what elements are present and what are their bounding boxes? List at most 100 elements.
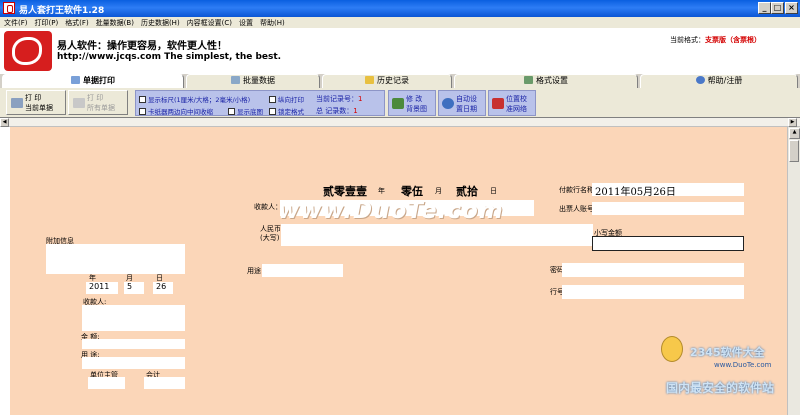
settings-icon [524, 76, 533, 84]
website-url: http://www.jcqs.com The simplest, the be… [57, 52, 282, 62]
total-records-value: 1 [353, 107, 358, 115]
image-icon [392, 98, 404, 109]
checkbox-label: 显示底图 [237, 108, 263, 116]
menu-settings[interactable]: 设置 [235, 17, 256, 28]
help-icon [695, 76, 705, 84]
small-amount-field[interactable] [592, 236, 744, 251]
total-records: 总 记录数：1 [316, 106, 358, 116]
auto-date-button[interactable]: 自动设 置日期 [438, 90, 486, 116]
watermark-slogan: 国内最安全的软件站 [666, 381, 775, 395]
menu-print[interactable]: 打印(P) [31, 17, 62, 28]
stub-year-field[interactable]: 2011 [86, 282, 118, 294]
position-calibrate-button[interactable]: 位置校 准网络 [488, 90, 536, 116]
batch-icon [231, 76, 240, 84]
year-chinese[interactable]: 贰零壹壹 [323, 183, 367, 199]
vertical-print-checkbox[interactable]: 纵向打印 [269, 94, 304, 104]
header-banner: 易人软件：操作更容易，软件更人性！ http://www.jcqs.com Th… [0, 28, 800, 74]
edit-background-label-1: 修 改 [406, 95, 423, 103]
watermark-text: www.DuoTe.com [278, 198, 504, 224]
maximize-button[interactable]: □ [771, 2, 784, 14]
toolbar: 打 印 当前单据 打 印 所有单据 显示标尺(1厘米/大格；2毫米/小格) 纵向… [0, 88, 800, 118]
current-record-label: 当前记录号： [316, 95, 358, 103]
watermark-site-url: www.DuoTe.com [714, 361, 772, 369]
tab-help-register[interactable]: 帮助/注册 [640, 74, 798, 88]
cheque-canvas: 贰零壹壹 年 零伍 月 贰拾 日 付款行名称 2011年05月26日 收款人： … [10, 127, 787, 415]
position-calibrate-label-2: 准网络 [506, 105, 527, 113]
unit-head-field[interactable] [88, 377, 125, 389]
menu-batch[interactable]: 批量数据(B) [92, 17, 137, 28]
month-unit: 月 [435, 187, 442, 195]
vertical-scrollbar[interactable]: ▲ [787, 127, 800, 415]
main-tabs: 单据打印 批量数据 历史记录 格式设置 帮助/注册 [0, 74, 800, 88]
drawer-account-label: 出票人账号 [559, 205, 594, 213]
edit-background-button[interactable]: 修 改 背景图 [388, 90, 436, 116]
month-chinese[interactable]: 零伍 [401, 183, 423, 199]
calibrate-icon [492, 98, 504, 109]
tab-label: 批量数据 [243, 76, 275, 85]
printer-icon [11, 98, 23, 108]
password-field[interactable] [562, 263, 744, 277]
tab-format-settings[interactable]: 格式设置 [454, 74, 638, 88]
checkbox-box [139, 108, 146, 115]
printer-icon [73, 98, 85, 108]
menu-history[interactable]: 历史数据(H) [137, 17, 183, 28]
ruler-gutter [0, 127, 10, 415]
scroll-thumb[interactable] [789, 140, 799, 162]
paper-fit-checkbox[interactable]: 卡纸器两边向中间收缩 [139, 106, 213, 116]
stub-month-field[interactable]: 5 [124, 282, 144, 294]
lock-format-checkbox[interactable]: 锁定格式 [269, 106, 304, 116]
stub-day-field[interactable]: 26 [153, 282, 173, 294]
drawer-account-field[interactable] [592, 202, 744, 215]
close-button[interactable]: × [785, 2, 798, 14]
row-number-field[interactable] [562, 285, 744, 299]
day-unit: 日 [490, 187, 497, 195]
mascot-icon [661, 336, 683, 362]
stub-amount-field[interactable] [82, 339, 185, 349]
tab-label: 单据打印 [83, 76, 115, 85]
show-background-checkbox[interactable]: 显示底图 [228, 106, 263, 116]
day-chinese[interactable]: 贰拾 [456, 183, 478, 199]
title-bar: 易人套打王软件1.28 _ □ × [0, 0, 800, 17]
clock-icon [442, 98, 454, 109]
stub-payee-field[interactable] [82, 305, 185, 331]
menu-format[interactable]: 格式(F) [61, 17, 92, 28]
date-field[interactable]: 2011年05月26日 [592, 183, 744, 198]
print-all-button[interactable]: 打 印 所有单据 [68, 90, 128, 115]
slogan: 易人软件：操作更容易，软件更人性！ [57, 41, 227, 52]
accountant-field[interactable] [144, 377, 185, 389]
options-panel: 显示标尺(1厘米/大格；2毫米/小格) 纵向打印 卡纸器两边向中间收缩 显示底图… [135, 90, 385, 116]
menu-file[interactable]: 文件(F) [0, 17, 31, 28]
current-format-label: 当前格式： [670, 36, 705, 44]
checkbox-box [269, 96, 276, 103]
print-all-label-1: 打 印 [87, 94, 104, 102]
print-current-label-2: 当前单据 [25, 104, 53, 112]
tab-single-print[interactable]: 单据打印 [2, 74, 184, 88]
checkbox-label: 纵向打印 [278, 96, 304, 104]
show-ruler-checkbox[interactable]: 显示标尺(1厘米/大格；2毫米/小格) [139, 94, 250, 104]
tab-history[interactable]: 历史记录 [322, 74, 452, 88]
window-title: 易人套打王软件1.28 [19, 6, 105, 16]
current-format-value: 支票版（含票根） [705, 36, 761, 44]
current-format: 当前格式：支票版（含票根） [670, 35, 761, 45]
scroll-up-icon[interactable]: ▲ [789, 128, 800, 139]
auto-date-label-2: 置日期 [456, 105, 477, 113]
current-record-value: 1 [358, 95, 363, 103]
minimize-button[interactable]: _ [758, 2, 771, 14]
scroll-left-icon[interactable]: ◀ [0, 118, 9, 127]
tab-batch-data[interactable]: 批量数据 [186, 74, 320, 88]
menu-content-box[interactable]: 内容框设置(C) [183, 17, 235, 28]
menu-bar: 文件(F) 打印(P) 格式(F) 批量数据(B) 历史数据(H) 内容框设置(… [0, 17, 800, 28]
horizontal-scrollbar[interactable]: ◀ ▶ [0, 118, 800, 127]
tab-label: 帮助/注册 [707, 76, 743, 85]
extra-info-field[interactable] [46, 244, 185, 274]
year-unit: 年 [378, 187, 385, 195]
usage-field[interactable] [262, 264, 343, 277]
tab-label: 历史记录 [377, 76, 409, 85]
menu-help[interactable]: 帮助(H) [256, 17, 288, 28]
checkbox-box [139, 96, 146, 103]
print-current-button[interactable]: 打 印 当前单据 [6, 90, 66, 115]
printer-icon [71, 76, 80, 84]
scroll-right-icon[interactable]: ▶ [788, 118, 797, 127]
amount-uppercase-field[interactable] [281, 224, 593, 246]
stub-usage-field[interactable] [82, 357, 185, 369]
